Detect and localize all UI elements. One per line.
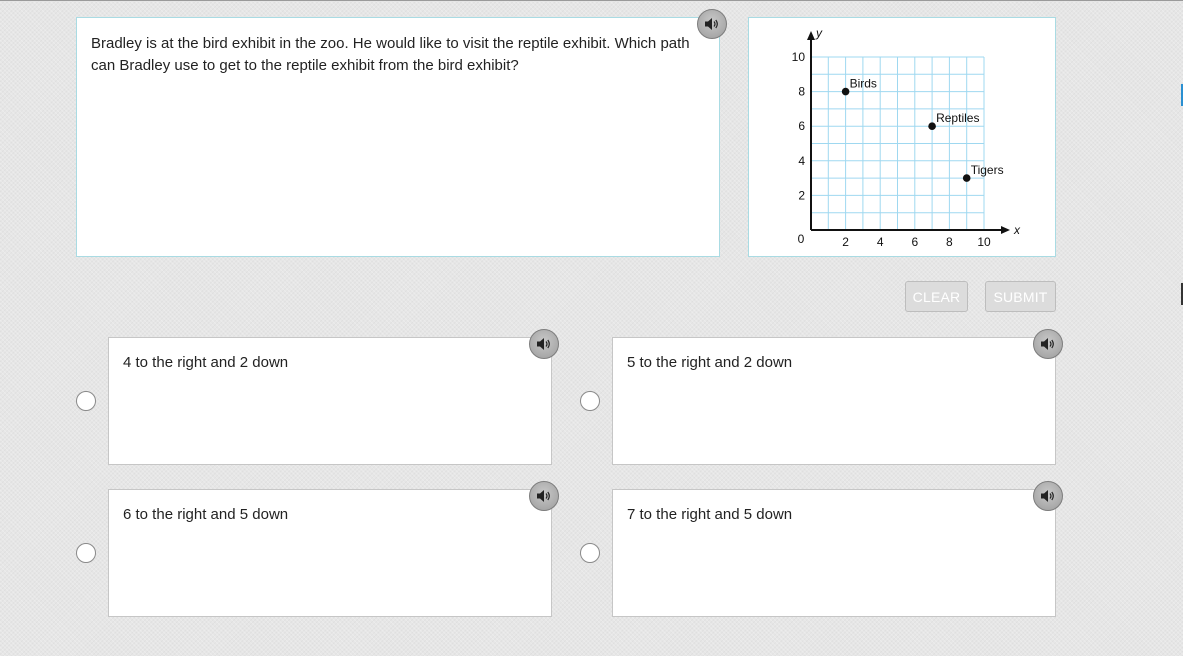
coordinate-graph: x y 0 2 4 6 8 10 2 4 6 8 10 Birds Reptiles Tigers	[792, 26, 1021, 249]
x-tick-label: 2	[842, 235, 849, 249]
choice-3-card[interactable]: 6 to the right and 5 down	[108, 489, 552, 617]
x-tick-label: 4	[877, 235, 884, 249]
y-tick-label: 2	[798, 188, 805, 202]
choice-4-text: 7 to the right and 5 down	[627, 506, 793, 523]
choice-2-card[interactable]: 5 to the right and 2 down	[612, 337, 1056, 465]
point-reptiles	[928, 122, 936, 130]
choice-1-text: 4 to the right and 2 down	[123, 354, 289, 371]
speaker-icon	[1041, 338, 1054, 350]
speaker-icon	[537, 338, 550, 350]
y-tick-label: 8	[798, 85, 805, 99]
choice-4-audio-button[interactable]	[1033, 481, 1063, 511]
choice-1-radio[interactable]	[76, 391, 96, 411]
x-tick-label: 8	[946, 235, 953, 249]
speaker-icon	[1041, 490, 1054, 502]
question-panel: Bradley is at the bird exhibit in the zo…	[76, 17, 720, 257]
choice-3-audio-button[interactable]	[529, 481, 559, 511]
y-tick-label: 4	[798, 154, 805, 168]
y-tick-label: 6	[798, 119, 805, 133]
clear-button[interactable]: CLEAR	[905, 281, 968, 312]
point-label-tigers: Tigers	[971, 163, 1004, 177]
point-label-reptiles: Reptiles	[936, 111, 979, 125]
speaker-icon	[537, 490, 550, 502]
choice-2-text: 5 to the right and 2 down	[627, 354, 793, 371]
speaker-icon	[705, 18, 718, 30]
origin-label: 0	[798, 232, 805, 246]
choice-4-radio[interactable]	[580, 543, 600, 563]
choice-2-radio[interactable]	[580, 391, 600, 411]
x-tick-label: 10	[977, 235, 991, 249]
x-tick-label: 6	[911, 235, 918, 249]
choice-1-card[interactable]: 4 to the right and 2 down	[108, 337, 552, 465]
top-border	[0, 0, 1183, 1]
point-birds	[841, 87, 850, 96]
choice-3-text: 6 to the right and 5 down	[123, 506, 289, 523]
y-axis-label: y	[815, 26, 823, 40]
x-axis-arrow	[1001, 226, 1010, 234]
choice-2-audio-button[interactable]	[1033, 329, 1063, 359]
y-axis-arrow	[807, 31, 815, 40]
graph-panel: x y 0 2 4 6 8 10 2 4 6 8 10 Birds Reptiles Tigers	[748, 17, 1056, 257]
question-text: Bradley is at the bird exhibit in the zo…	[91, 35, 690, 74]
submit-button[interactable]: SUBMIT	[985, 281, 1056, 312]
y-tick-label: 10	[792, 50, 806, 64]
choice-4-card[interactable]: 7 to the right and 5 down	[612, 489, 1056, 617]
choice-1-audio-button[interactable]	[529, 329, 559, 359]
point-tigers	[962, 174, 971, 182]
point-label-birds: Birds	[850, 77, 877, 91]
x-axis-label: x	[1013, 223, 1021, 237]
choice-3-radio[interactable]	[76, 543, 96, 563]
question-audio-button[interactable]	[697, 9, 727, 39]
